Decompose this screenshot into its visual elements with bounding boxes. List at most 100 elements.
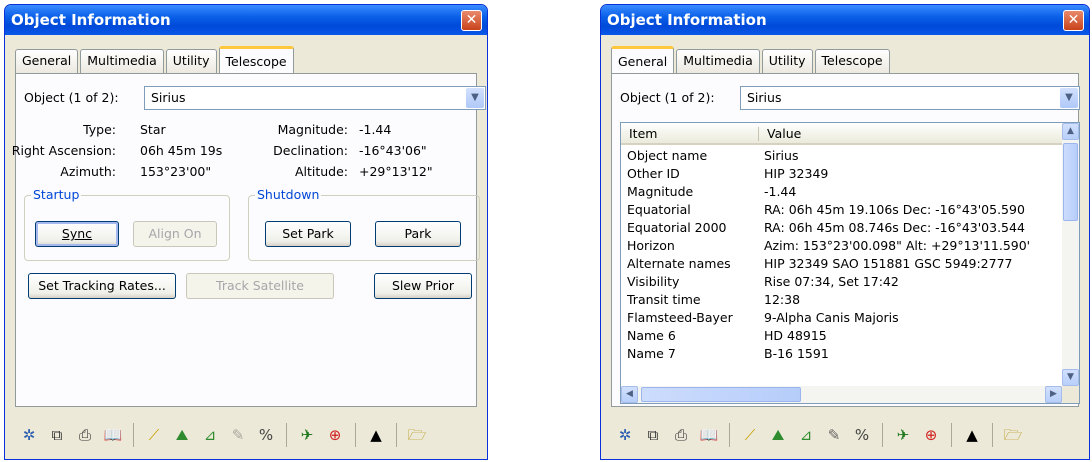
list-item[interactable]: Horizon Azim: 153°23'00.098" Alt: +29°13'…	[621, 237, 1076, 255]
open-folder-icon[interactable]: 🗁	[1002, 424, 1024, 446]
target-icon[interactable]: ⊕	[324, 424, 346, 446]
horizontal-scrollbar[interactable]: ◀ ▶	[621, 386, 1062, 403]
object-details-list[interactable]: Item Value Object name Sirius Other ID HIP …	[620, 122, 1080, 404]
tab-utility[interactable]: Utility	[761, 49, 813, 73]
open-folder-icon[interactable]: 🗁	[406, 424, 428, 446]
column-header-item[interactable]: Item	[629, 123, 657, 145]
title-bar[interactable]: Object Information ✕	[5, 5, 487, 35]
object-select[interactable]: Sirius ▼	[740, 86, 1080, 110]
list-item-name: Name 7	[627, 346, 676, 361]
sparkle-icon[interactable]: ✲	[614, 424, 636, 446]
scroll-thumb-horizontal[interactable]	[641, 387, 801, 402]
park-button[interactable]: Park	[375, 221, 461, 247]
book-icon[interactable]: 📖	[102, 424, 124, 446]
numbers-icon[interactable]: %	[851, 424, 873, 446]
tab-general[interactable]: General	[611, 46, 675, 74]
telescope-icon[interactable]: ✈	[296, 424, 318, 446]
scroll-up-icon[interactable]: ▲	[1062, 123, 1079, 140]
general-panel: Object (1 of 2): Sirius ▼ Item Value Obj…	[611, 73, 1080, 407]
set-park-button-label: Set Park	[282, 226, 334, 241]
list-item[interactable]: Other ID HIP 32349	[621, 165, 1076, 183]
toolbar-divider	[729, 423, 730, 447]
print-icon[interactable]: ⎙	[74, 424, 96, 446]
close-icon[interactable]: ✕	[461, 10, 482, 31]
object-info-window-telescope: Object Information ✕ General Multimedia …	[4, 4, 488, 460]
set-tracking-rates-button-label: Set Tracking Rates...	[38, 278, 166, 293]
object-select-value: Sirius	[151, 90, 186, 105]
telescope-icon[interactable]: ✈	[892, 424, 914, 446]
tab-multimedia[interactable]: Multimedia	[80, 49, 164, 73]
up-arrow-icon[interactable]: ▲	[365, 424, 387, 446]
chevron-down-icon[interactable]: ▼	[1060, 88, 1078, 108]
list-item[interactable]: Visibility Rise 07:34, Set 17:42	[621, 273, 1076, 291]
title-bar[interactable]: Object Information ✕	[601, 5, 1089, 35]
print-icon[interactable]: ⎙	[670, 424, 692, 446]
chart-icon[interactable]: ✎	[823, 424, 845, 446]
align-on-button-label: Align On	[148, 226, 202, 241]
align-on-button[interactable]: Align On	[133, 221, 217, 247]
object-select[interactable]: Sirius ▼	[144, 86, 486, 110]
sparkle-icon[interactable]: ✲	[18, 424, 40, 446]
ruler-icon[interactable]: ⟋	[739, 424, 761, 446]
tab-multimedia[interactable]: Multimedia	[676, 49, 760, 73]
column-header-value[interactable]: Value	[767, 123, 801, 145]
set-park-button[interactable]: Set Park	[265, 221, 351, 247]
magnitude-label: Magnitude:	[277, 122, 348, 137]
tab-general[interactable]: General	[15, 49, 79, 73]
list-item[interactable]: Alternate names HIP 32349 SAO 151881 GSC …	[621, 255, 1076, 273]
scroll-right-icon[interactable]: ▶	[1045, 386, 1062, 403]
ra-label: Right Ascension:	[11, 143, 116, 158]
book-icon[interactable]: 📖	[698, 424, 720, 446]
scroll-down-icon[interactable]: ▼	[1062, 369, 1079, 386]
copy-icon[interactable]: ⧉	[46, 424, 68, 446]
list-item-value: HD 48915	[764, 328, 827, 343]
up-arrow-icon[interactable]: ▲	[961, 424, 983, 446]
landscape-icon[interactable]: ⛰	[767, 424, 789, 446]
set-tracking-rates-button[interactable]: Set Tracking Rates...	[28, 273, 176, 299]
column-divider[interactable]	[758, 127, 759, 141]
sync-button-label: Sync	[61, 226, 93, 241]
chart-icon[interactable]: ✎	[227, 424, 249, 446]
list-item-name: Alternate names	[627, 256, 731, 271]
tab-utility[interactable]: Utility	[165, 49, 217, 73]
copy-icon[interactable]: ⧉	[642, 424, 664, 446]
list-item-name: Object name	[627, 148, 708, 163]
list-item-value: RA: 06h 45m 08.746s Dec: -16°43'03.544	[764, 220, 1025, 235]
object-select-value: Sirius	[747, 90, 782, 105]
list-item[interactable]: Equatorial RA: 06h 45m 19.106s Dec: -16°4…	[621, 201, 1076, 219]
list-item-value: Azim: 153°23'00.098" Alt: +29°13'11.590'	[764, 238, 1031, 253]
shutdown-group-title: Shutdown	[255, 187, 322, 203]
list-item[interactable]: Magnitude -1.44	[621, 183, 1076, 201]
landscape-icon[interactable]: ⛰	[171, 424, 193, 446]
chevron-down-icon[interactable]: ▼	[466, 88, 484, 108]
list-item-value: HIP 32349	[764, 166, 829, 181]
close-icon[interactable]: ✕	[1063, 10, 1084, 31]
ruler-icon[interactable]: ⟋	[143, 424, 165, 446]
vertical-scrollbar[interactable]: ▲ ▼	[1062, 123, 1079, 386]
declination-label: Declination:	[273, 143, 348, 158]
list-item[interactable]: Transit time 12:38	[621, 291, 1076, 309]
tab-bar: General Multimedia Utility Telescope	[611, 45, 892, 74]
scroll-left-icon[interactable]: ◀	[621, 386, 638, 403]
list-item[interactable]: Name 6 HD 48915	[621, 327, 1076, 345]
slew-prior-button[interactable]: Slew Prior	[374, 273, 472, 299]
list-item[interactable]: Object name Sirius	[621, 147, 1076, 165]
tab-telescope[interactable]: Telescope	[814, 49, 890, 73]
list-item-value: HIP 32349 SAO 151881 GSC 5949:2777	[764, 256, 1013, 271]
horizon-icon[interactable]: ⊿	[795, 424, 817, 446]
list-item[interactable]: Equatorial 2000 RA: 06h 45m 08.746s Dec: …	[621, 219, 1076, 237]
list-item[interactable]: Flamsteed-Bayer 9-Alpha Canis Majoris	[621, 309, 1076, 327]
list-item[interactable]: Name 7 B-16 1591	[621, 345, 1076, 363]
slew-prior-button-label: Slew Prior	[391, 278, 454, 293]
toolbar-divider	[355, 423, 356, 447]
azimuth-label: Azimuth:	[60, 164, 116, 179]
tab-telescope[interactable]: Telescope	[218, 46, 294, 74]
numbers-icon[interactable]: %	[255, 424, 277, 446]
startup-group: Startup Sync Align On	[24, 187, 230, 261]
target-icon[interactable]: ⊕	[920, 424, 942, 446]
scroll-thumb-vertical[interactable]	[1063, 143, 1078, 221]
horizon-icon[interactable]: ⊿	[199, 424, 221, 446]
sync-button[interactable]: Sync	[35, 221, 119, 247]
track-satellite-button[interactable]: Track Satellite	[186, 273, 334, 299]
list-item-name: Other ID	[627, 166, 680, 181]
